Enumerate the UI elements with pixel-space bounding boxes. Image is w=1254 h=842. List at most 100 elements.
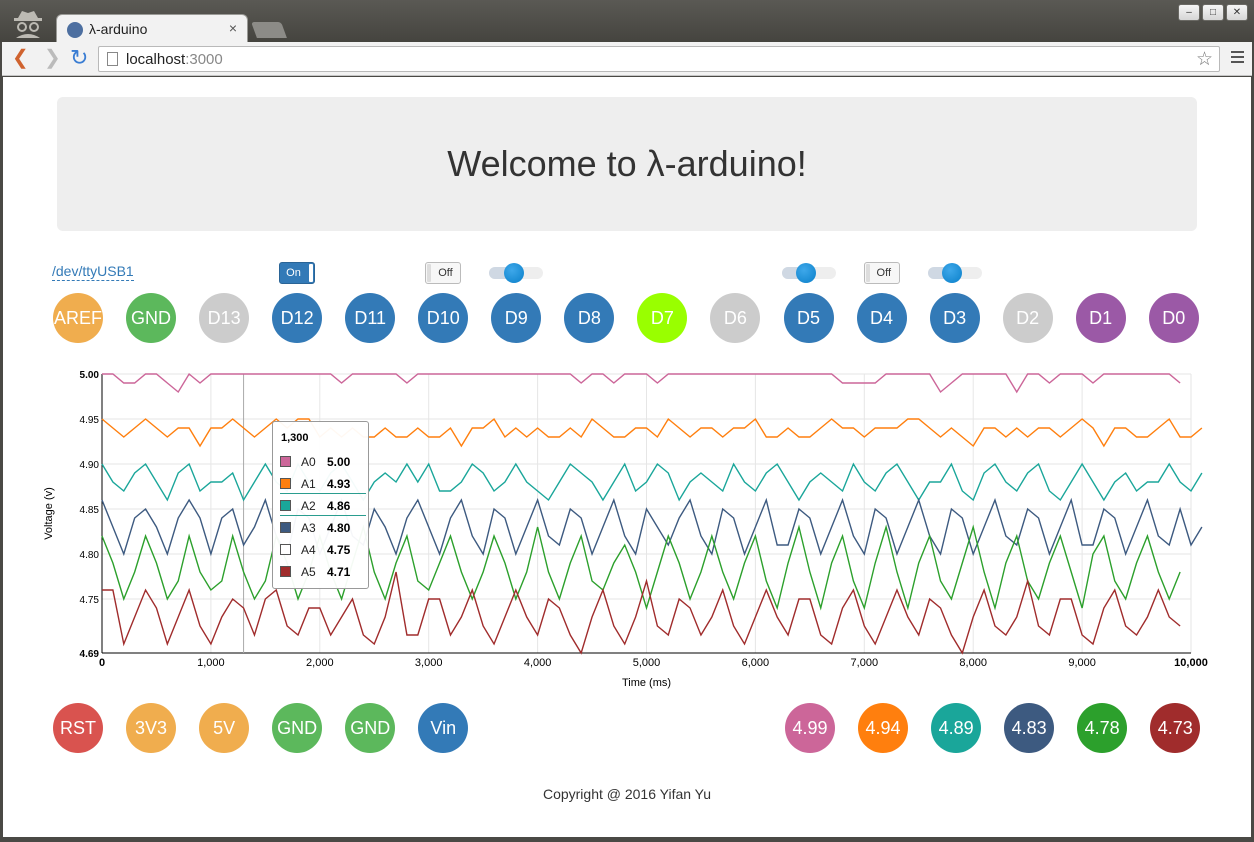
y-tick-label: 4.85 [80, 505, 100, 516]
legend-swatch [280, 522, 291, 533]
tooltip-series-value: 4.86 [327, 499, 351, 513]
serial-port-link[interactable]: /dev/ttyUSB1 [52, 263, 134, 281]
x-tick-label: 4,000 [524, 657, 552, 669]
x-tick-label: 8,000 [959, 657, 987, 669]
legend-swatch [280, 456, 291, 467]
tooltip-x-label: 1,300 [281, 432, 309, 444]
analog-readout-a1[interactable]: 4.94 [858, 703, 909, 753]
toggle-label: Off [876, 267, 892, 279]
voltage-chart-svg: 0 1,000 2,000 3,000 4,000 5,000 6,000 7,000 8,00… [43, 370, 1208, 689]
browser-toolbar: ❮ ❯ ↻ localhost:3000 ☆ [2, 42, 1252, 76]
power-pin-gnd[interactable]: GND [272, 703, 323, 753]
pin-d2[interactable]: D2 [1002, 293, 1053, 343]
toggle-d4[interactable]: Off [863, 262, 900, 284]
pwm-slider-d5[interactable] [781, 263, 836, 283]
maximize-button[interactable]: □ [1202, 4, 1224, 21]
x-tick-label: 3,000 [415, 657, 443, 669]
tooltip-series-name: A5 [301, 565, 316, 579]
pin-d1[interactable]: D1 [1075, 293, 1126, 343]
tooltip-row-a0: A0 5.00 [280, 452, 366, 472]
x-tick-label: 10,000 [1174, 657, 1208, 669]
page-icon [107, 52, 118, 66]
pin-d9[interactable]: D9 [491, 293, 542, 343]
power-pin-vin[interactable]: Vin [418, 703, 469, 753]
close-tab-icon[interactable]: × [229, 20, 237, 36]
power-pin-gnd[interactable]: GND [345, 703, 396, 753]
tooltip-row-a4: A4 4.75 [280, 540, 366, 560]
tooltip-series-value: 4.80 [327, 521, 351, 535]
browser-window: λ-arduino × – □ ✕ ❮ ❯ ↻ localhost:3000 ☆… [0, 0, 1254, 842]
tooltip-series-value: 4.93 [327, 477, 351, 491]
menu-icon[interactable] [1231, 51, 1244, 66]
pin-d6[interactable]: D6 [710, 293, 761, 343]
y-tick-label: 4.75 [80, 595, 100, 606]
title-bar: λ-arduino × – □ ✕ [0, 0, 1254, 42]
bookmark-star-icon[interactable]: ☆ [1196, 48, 1213, 71]
tooltip-series-name: A0 [301, 455, 316, 469]
tooltip-series-name: A2 [301, 499, 316, 513]
tooltip-series-name: A4 [301, 543, 316, 557]
legend-swatch [280, 566, 291, 577]
y-tick-label: 4.69 [80, 649, 100, 660]
address-bar[interactable]: localhost:3000 ☆ [98, 46, 1220, 72]
back-icon[interactable]: ❮ [12, 48, 29, 68]
tooltip-series-name: A1 [301, 477, 316, 491]
forward-icon[interactable]: ❯ [44, 48, 61, 68]
slider-knob[interactable] [941, 263, 962, 283]
series-line-a2 [101, 462, 1203, 502]
x-tick-label: 2,000 [306, 657, 334, 669]
tooltip-series-value: 4.75 [327, 543, 351, 557]
legend-swatch [280, 544, 291, 555]
toggle-label: Off [438, 267, 453, 279]
pwm-slider-d3[interactable] [927, 263, 982, 283]
new-tab-button[interactable] [251, 22, 287, 38]
jumbotron: Welcome to λ-arduino! [57, 97, 1197, 231]
tooltip-series-name: A3 [301, 521, 316, 535]
url-text[interactable]: localhost:3000 [126, 51, 223, 68]
page-viewport: Welcome to λ-arduino! /dev/ttyUSB1 On Off… [3, 77, 1251, 837]
tooltip-row-a5: A5 4.71 [280, 562, 366, 582]
minimize-button[interactable]: – [1178, 4, 1200, 21]
pin-d0[interactable]: D0 [1148, 293, 1199, 343]
pin-d11[interactable]: D11 [345, 293, 396, 343]
series-line-a0 [102, 372, 1181, 394]
pin-gnd[interactable]: GND [126, 293, 177, 343]
y-tick-label: 4.90 [80, 460, 100, 471]
close-window-button[interactable]: ✕ [1226, 4, 1248, 21]
toggle-d12[interactable]: On [279, 262, 316, 284]
pin-d10[interactable]: D10 [418, 293, 469, 343]
tooltip-row-a3: A3 4.80 [280, 518, 366, 538]
pin-d3[interactable]: D3 [929, 293, 980, 343]
pin-d7[interactable]: D7 [637, 293, 688, 343]
analog-readout-a5[interactable]: 4.73 [1150, 703, 1201, 753]
pin-d13[interactable]: D13 [199, 293, 250, 343]
pin-d8[interactable]: D8 [564, 293, 615, 343]
voltage-chart: 0 1,000 2,000 3,000 4,000 5,000 6,000 7,000 8,00… [33, 357, 1223, 697]
power-pin-rst[interactable]: RST [53, 703, 103, 753]
x-tick-label: 0 [99, 657, 105, 669]
analog-readout-a3[interactable]: 4.83 [1004, 703, 1055, 753]
pin-d4[interactable]: D4 [856, 293, 907, 343]
pwm-slider-d9[interactable] [489, 263, 544, 283]
reload-icon[interactable]: ↻ [70, 47, 88, 69]
browser-tab[interactable]: λ-arduino × [56, 14, 248, 42]
x-tick-label: 5,000 [633, 657, 661, 669]
series-line-a1 [101, 417, 1203, 448]
analog-readout-a4[interactable]: 4.78 [1077, 703, 1128, 753]
toggle-d10[interactable]: Off [425, 262, 462, 284]
pin-aref[interactable]: AREF [53, 293, 103, 343]
pin-d12[interactable]: D12 [272, 293, 323, 343]
x-tick-label: 9,000 [1068, 657, 1096, 669]
power-pin-3v3[interactable]: 3V3 [126, 703, 177, 753]
analog-readout-a0[interactable]: 4.99 [785, 703, 835, 753]
power-pin-5v[interactable]: 5V [199, 703, 250, 753]
analog-readout-a2[interactable]: 4.89 [931, 703, 982, 753]
x-tick-label: 7,000 [851, 657, 879, 669]
y-tick-label: 4.80 [80, 550, 100, 561]
slider-knob[interactable] [503, 263, 524, 283]
pin-d5[interactable]: D5 [783, 293, 834, 343]
tooltip-row-a2: A2 4.86 [280, 496, 366, 516]
chart-tooltip: 1,300 A0 5.00 A1 4.93 A2 4.86 A3 4.80 A4 4.75 A5 4.… [272, 421, 369, 589]
favicon-icon [67, 22, 83, 38]
slider-knob[interactable] [795, 263, 816, 283]
